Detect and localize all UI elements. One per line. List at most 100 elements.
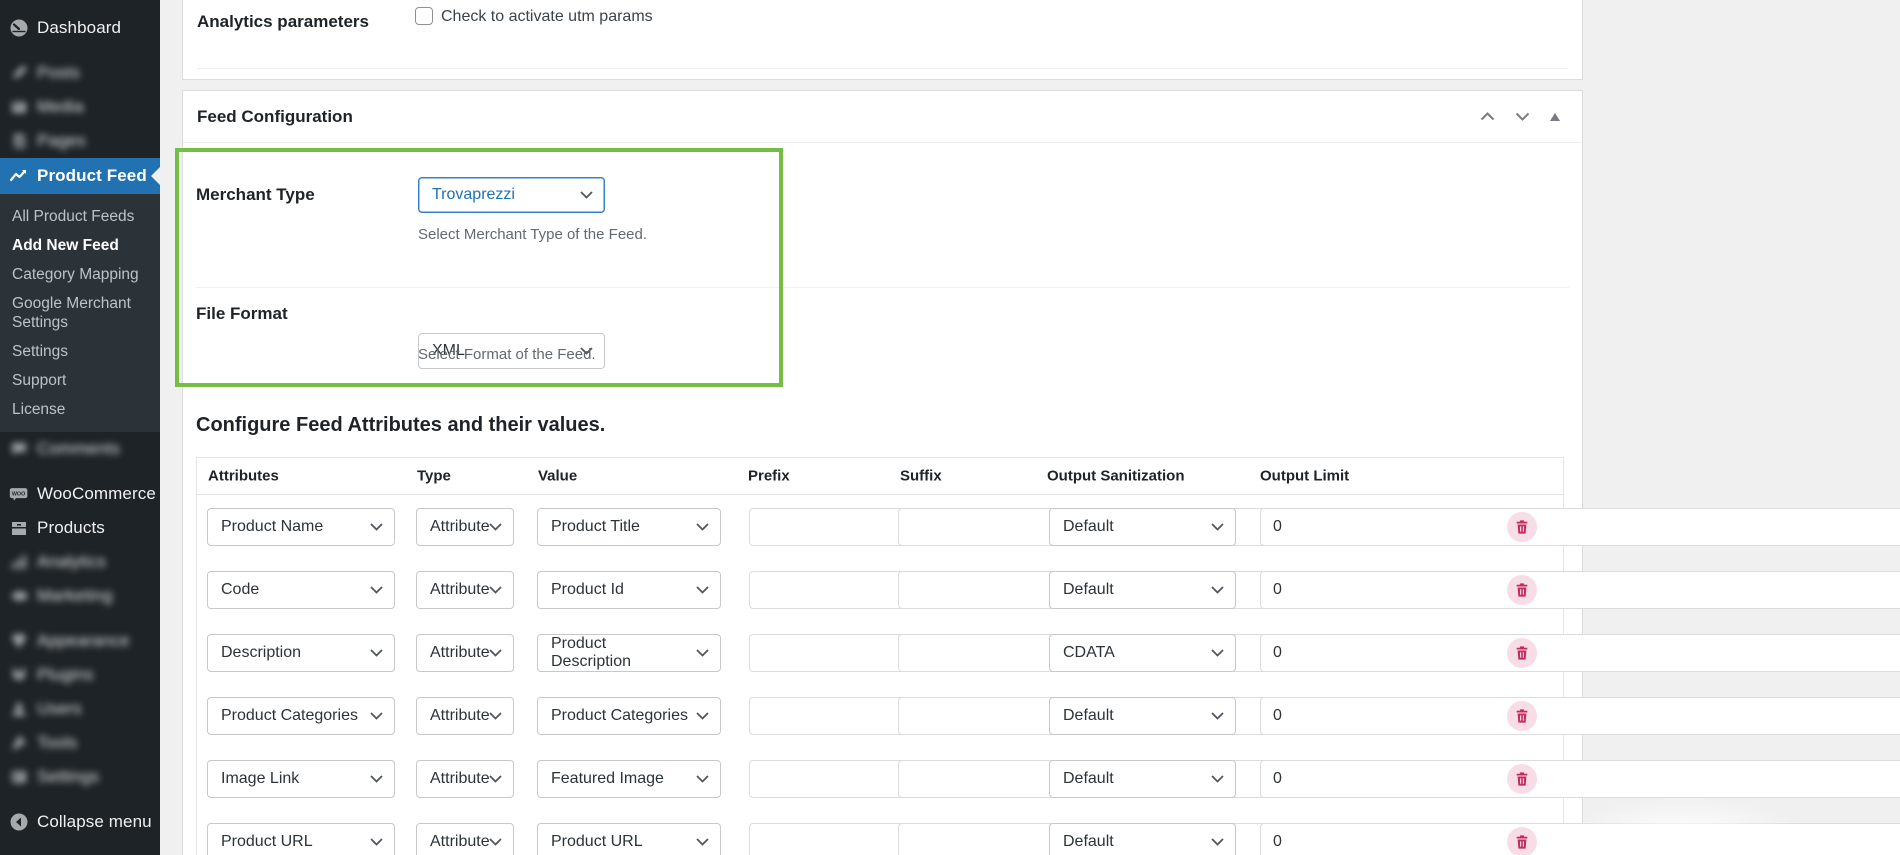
- trash-icon: [1514, 834, 1530, 850]
- delete-row-button[interactable]: [1507, 574, 1537, 605]
- users-icon: [9, 699, 29, 719]
- attribute-select-value: Product Categories: [221, 706, 358, 724]
- sidebar-item-label: Media: [37, 97, 84, 116]
- attribute-select-value: Code: [221, 580, 260, 598]
- output-limit-input[interactable]: [1260, 759, 1900, 798]
- delete-row-button[interactable]: [1507, 826, 1537, 855]
- sidebar-item-marketing[interactable]: Marketing: [0, 579, 160, 613]
- sidebar-item-woocommerce[interactable]: WOO WooCommerce: [0, 477, 160, 511]
- trash-icon: [1514, 519, 1530, 535]
- value-select[interactable]: Product Description: [537, 633, 721, 672]
- value-select[interactable]: Product Title: [537, 507, 721, 546]
- attribute-select[interactable]: Product Categories: [207, 696, 395, 735]
- attribute-select[interactable]: Description: [207, 633, 395, 672]
- sidebar-item-posts[interactable]: Posts: [0, 56, 160, 90]
- type-select-value: Attribute: [430, 769, 490, 787]
- sidebar-item-appearance[interactable]: Appearance: [0, 624, 160, 658]
- sidebar-item-label: Dashboard: [37, 18, 122, 37]
- chevron-down-icon: [1211, 837, 1224, 846]
- field-divider: [196, 287, 1569, 288]
- sidebar-subitem-add-new-feed[interactable]: Add New Feed: [0, 231, 160, 260]
- value-select[interactable]: Product Categories: [537, 696, 721, 735]
- utm-params-checkbox-label[interactable]: Check to activate utm params: [441, 8, 653, 26]
- chevron-down-icon: [580, 191, 593, 199]
- sidebar-item-tools[interactable]: Tools: [0, 726, 160, 760]
- type-select[interactable]: Attribute: [416, 759, 514, 798]
- output-limit-input[interactable]: [1260, 633, 1900, 672]
- move-down-icon[interactable]: [1513, 110, 1532, 123]
- column-header-attributes: Attributes: [208, 467, 279, 485]
- type-select[interactable]: Attribute: [416, 696, 514, 735]
- column-header-suffix: Suffix: [900, 467, 942, 485]
- sidebar-item-product-feed[interactable]: Product Feed: [0, 158, 160, 194]
- column-header-type: Type: [417, 467, 451, 485]
- sanitization-select[interactable]: Default: [1049, 759, 1236, 798]
- sidebar-item-pages[interactable]: Pages: [0, 124, 160, 158]
- sidebar-subitem-settings[interactable]: Settings: [0, 337, 160, 366]
- sanitization-select[interactable]: Default: [1049, 822, 1236, 855]
- attribute-select[interactable]: Product URL: [207, 822, 395, 855]
- attribute-select-value: Description: [221, 643, 302, 661]
- column-header-output-limit: Output Limit: [1260, 467, 1350, 485]
- sanitization-select-value: Default: [1063, 580, 1114, 598]
- sanitization-select-value: Default: [1063, 706, 1114, 724]
- sidebar-item-settings[interactable]: Settings: [0, 760, 160, 794]
- file-format-help: Select Format of the Feed.: [418, 346, 596, 363]
- type-select[interactable]: Attribute: [416, 507, 514, 546]
- type-select[interactable]: Attribute: [416, 822, 514, 855]
- settings-icon: [9, 767, 29, 787]
- sidebar-item-dashboard[interactable]: Dashboard: [0, 11, 160, 45]
- sanitization-select[interactable]: Default: [1049, 696, 1236, 735]
- sidebar-subitem-license[interactable]: License: [0, 395, 160, 424]
- delete-row-button[interactable]: [1507, 637, 1537, 668]
- delete-row-button[interactable]: [1507, 763, 1537, 794]
- collapse-icon: [9, 812, 29, 832]
- delete-row-button[interactable]: [1507, 700, 1537, 731]
- sanitization-select-value: Default: [1063, 832, 1114, 850]
- product-feed-icon: [9, 166, 29, 186]
- plugins-icon: [9, 665, 29, 685]
- move-up-icon[interactable]: [1478, 110, 1497, 123]
- sidebar-subitem-support[interactable]: Support: [0, 366, 160, 395]
- sidebar-item-collapse-menu[interactable]: Collapse menu: [0, 805, 160, 839]
- attribute-select[interactable]: Product Name: [207, 507, 395, 546]
- attribute-select-value: Product Name: [221, 517, 324, 535]
- chevron-down-icon: [1211, 774, 1224, 783]
- attribute-select[interactable]: Image Link: [207, 759, 395, 798]
- sidebar-subitem-category-mapping[interactable]: Category Mapping: [0, 260, 160, 289]
- value-select[interactable]: Product Id: [537, 570, 721, 609]
- value-select[interactable]: Featured Image: [537, 759, 721, 798]
- sidebar-subitem-all-product-feeds[interactable]: All Product Feeds: [0, 202, 160, 231]
- sidebar-item-users[interactable]: Users: [0, 692, 160, 726]
- sidebar-subitem-google-merchant-settings[interactable]: Google Merchant Settings: [0, 289, 160, 337]
- delete-row-button[interactable]: [1507, 511, 1537, 542]
- sanitization-select[interactable]: Default: [1049, 507, 1236, 546]
- feed-attribute-row: Code Attribute Product Id Default: [197, 558, 1900, 621]
- toggle-panel-icon[interactable]: [1548, 111, 1562, 123]
- sidebar-item-label: Users: [37, 699, 82, 718]
- sidebar-item-comments[interactable]: Comments: [0, 432, 160, 466]
- chevron-down-icon: [489, 585, 502, 594]
- sidebar-item-analytics[interactable]: Analytics: [0, 545, 160, 579]
- sidebar-item-products[interactable]: Products: [0, 511, 160, 545]
- output-limit-input[interactable]: [1260, 507, 1900, 546]
- chevron-down-icon: [696, 522, 709, 531]
- attribute-select[interactable]: Code: [207, 570, 395, 609]
- sidebar-item-label: Products: [37, 518, 105, 537]
- output-limit-input[interactable]: [1260, 570, 1900, 609]
- chevron-down-icon: [489, 522, 502, 531]
- type-select[interactable]: Attribute: [416, 570, 514, 609]
- output-limit-input[interactable]: [1260, 696, 1900, 735]
- sidebar-item-media[interactable]: Media: [0, 90, 160, 124]
- sidebar-item-plugins[interactable]: Plugins: [0, 658, 160, 692]
- value-select[interactable]: Product URL: [537, 822, 721, 855]
- type-select[interactable]: Attribute: [416, 633, 514, 672]
- utm-params-checkbox[interactable]: [415, 7, 433, 25]
- products-icon: [9, 518, 29, 538]
- chevron-down-icon: [489, 648, 502, 657]
- merchant-type-select[interactable]: Trovaprezzi: [418, 177, 605, 213]
- sanitization-select[interactable]: CDATA: [1049, 633, 1236, 672]
- value-select-value: Product Title: [551, 517, 640, 535]
- output-limit-input[interactable]: [1260, 822, 1900, 855]
- sanitization-select[interactable]: Default: [1049, 570, 1236, 609]
